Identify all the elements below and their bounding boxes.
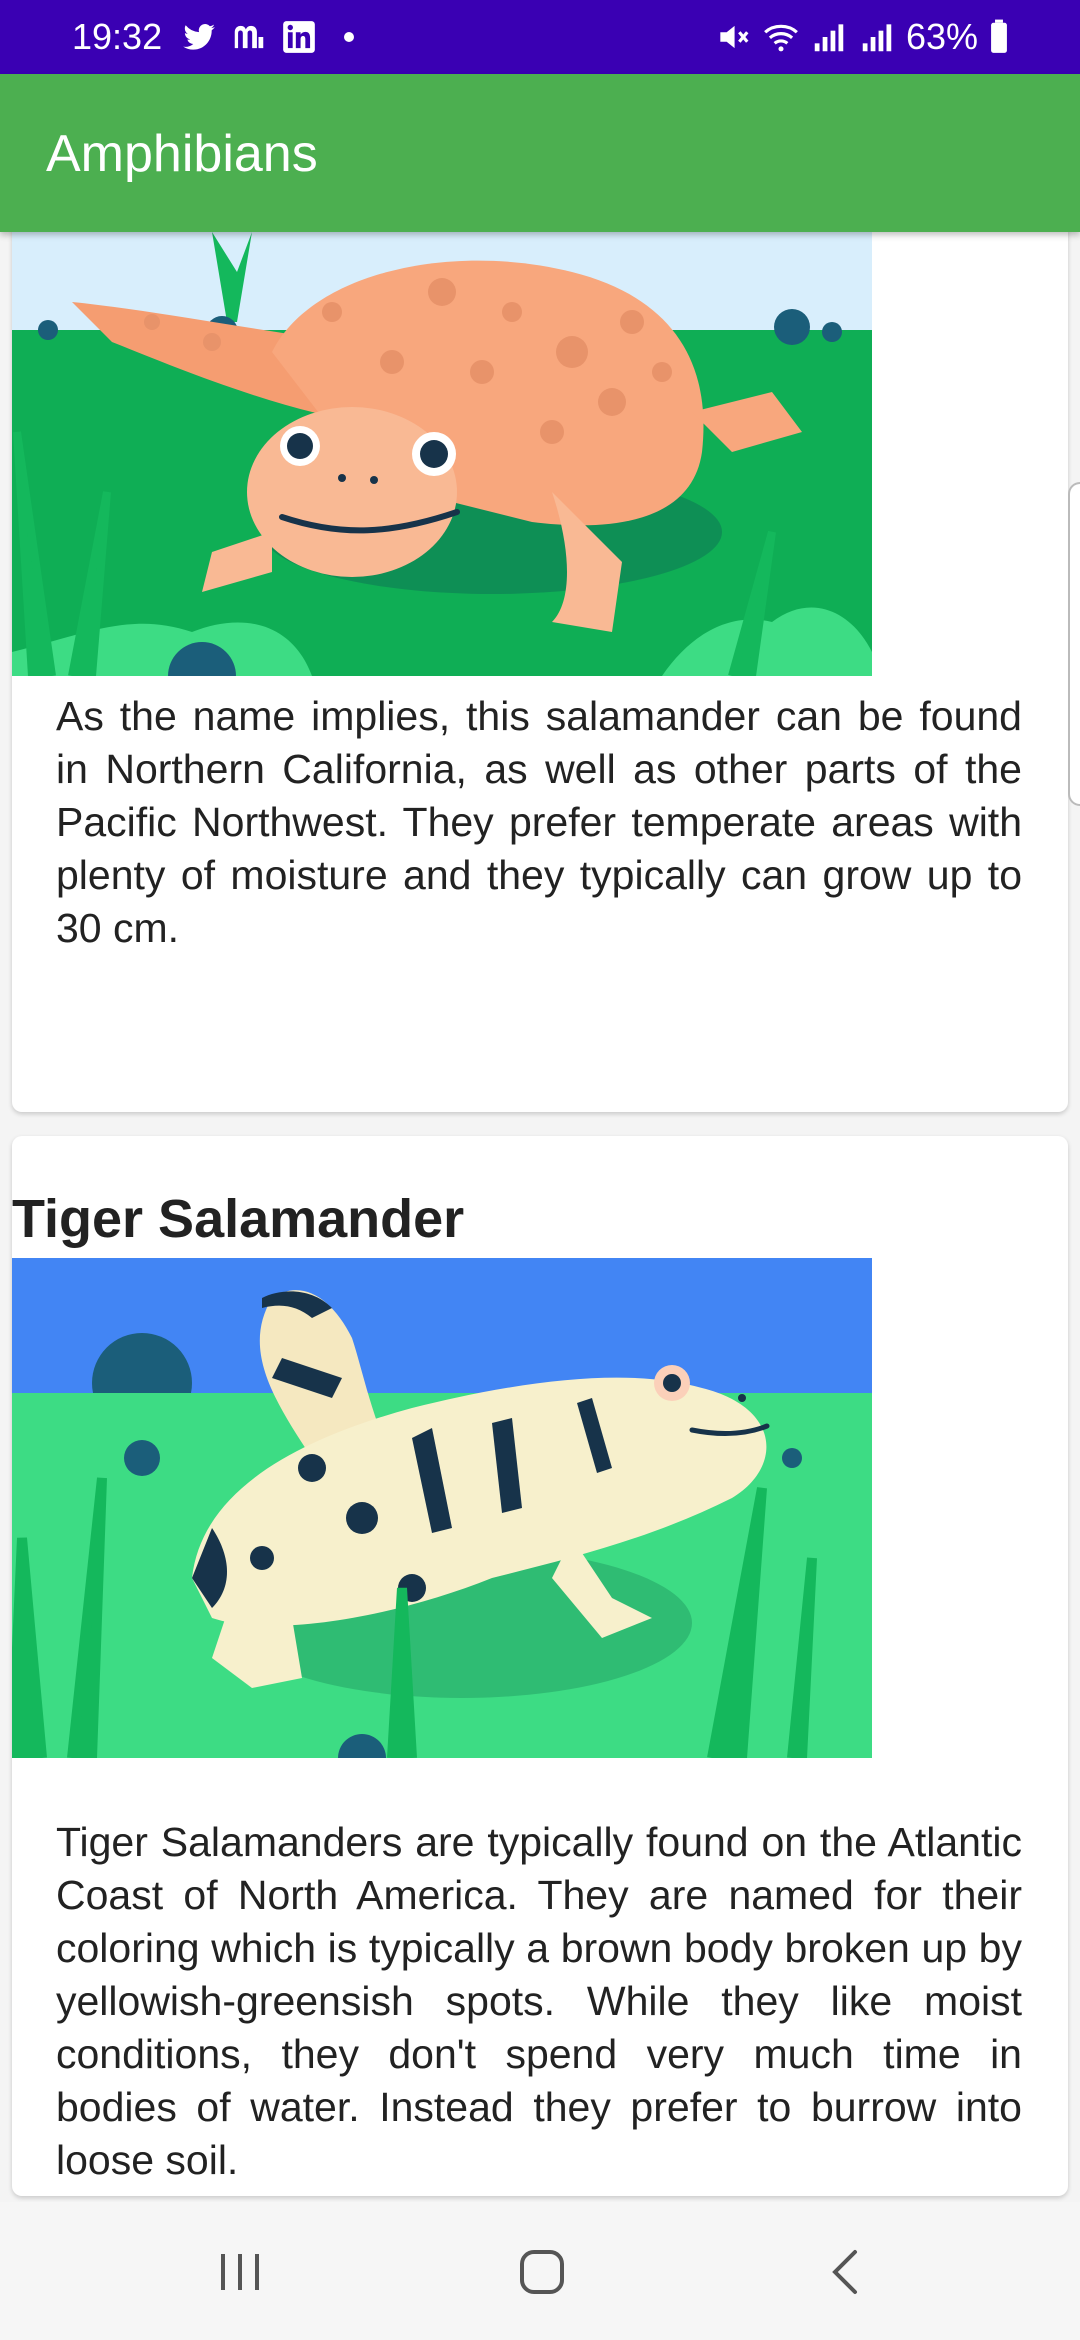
amphibian-card[interactable]: As the name implies, this salamander can… (12, 232, 1068, 1112)
home-icon (520, 2250, 564, 2294)
back-button[interactable] (815, 2242, 875, 2302)
battery-percent: 63% (905, 16, 978, 57)
notification-icons (180, 18, 354, 56)
status-bar: 19:32 63% (0, 0, 1080, 74)
recents-button[interactable] (210, 2242, 270, 2302)
system-icons: 63% (714, 16, 1010, 58)
status-time: 19:32 (72, 16, 163, 57)
dot-icon (344, 32, 354, 42)
signal-icon (814, 24, 844, 52)
linkedin-icon (283, 21, 315, 53)
tiger-salamander-illustration (12, 1258, 872, 1758)
salamander-illustration (12, 232, 872, 676)
navigation-bar (0, 2202, 1080, 2340)
amphibian-name: Tiger Salamander (12, 1189, 465, 1249)
amphibian-description: As the name implies, this salamander can… (56, 693, 1022, 951)
wifi-icon (764, 24, 798, 52)
home-button[interactable] (512, 2242, 572, 2302)
scroll-handle[interactable] (1068, 482, 1080, 806)
amphibian-card[interactable]: Tiger Salamander Tiger Salamanders are t… (12, 1136, 1068, 2196)
app-bar: Amphibians (0, 74, 1080, 232)
recents-icon (221, 2254, 259, 2290)
amphibian-description: Tiger Salamanders are typically found on… (56, 1819, 1022, 2182)
back-icon (832, 2250, 857, 2294)
battery-icon (991, 19, 1007, 53)
mute-icon (720, 25, 749, 49)
app-title: Amphibians (46, 125, 318, 183)
twitter-icon (183, 23, 215, 50)
amphibian-list[interactable]: As the name implies, this salamander can… (0, 232, 1080, 2202)
signal-icon (862, 24, 892, 52)
mastodon-icon (234, 25, 264, 49)
